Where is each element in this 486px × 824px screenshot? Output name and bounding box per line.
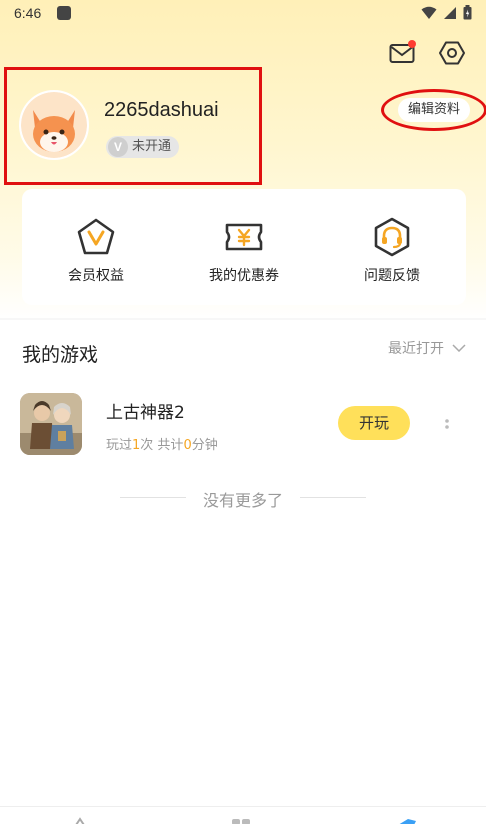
- end-of-list: 没有更多了: [0, 487, 486, 510]
- tab-icon-partial: [75, 817, 416, 824]
- bottom-navigation: [0, 806, 486, 824]
- game-list-item[interactable]: 上古神器2 玩过1次 共计0分钟 开玩: [0, 388, 486, 460]
- more-vertical-icon: [445, 419, 449, 429]
- settings-hexagon-icon: [439, 41, 465, 65]
- game-thumbnail: [20, 393, 82, 455]
- play-minutes: 0: [183, 438, 192, 453]
- end-rule-right: [300, 497, 366, 498]
- my-games-title: 我的游戏: [22, 344, 99, 366]
- section-divider: [0, 318, 486, 320]
- settings-button[interactable]: [437, 38, 467, 68]
- play-button[interactable]: 开玩: [338, 406, 410, 440]
- more-options-button[interactable]: [440, 414, 454, 434]
- messages-button[interactable]: [387, 38, 417, 68]
- edit-profile-highlight-ring: [381, 89, 486, 131]
- feedback-button[interactable]: 问题反馈: [318, 189, 466, 305]
- coupon-icon: [225, 223, 263, 251]
- coupons-button[interactable]: 我的优惠券: [170, 189, 318, 305]
- vip-benefits-button[interactable]: 会员权益: [22, 189, 170, 305]
- game-title: 上古神器2: [106, 403, 185, 423]
- coupons-label: 我的优惠券: [209, 268, 279, 284]
- game-playtime-stats: 玩过1次 共计0分钟: [106, 434, 218, 453]
- notification-app-icon: [57, 6, 71, 20]
- feedback-headset-icon: [374, 217, 410, 257]
- end-of-list-text: 没有更多了: [202, 491, 283, 510]
- game-characters-icon: [20, 393, 82, 455]
- status-time: 6:46: [14, 5, 42, 21]
- battery-icon: [463, 5, 472, 20]
- quick-actions-card: 会员权益 我的优惠券 问题反馈: [22, 189, 466, 305]
- profile-highlight-box: [4, 67, 262, 185]
- stats-suffix: 分钟: [191, 438, 218, 453]
- stats-prefix: 玩过: [106, 438, 133, 453]
- unread-dot: [408, 40, 416, 48]
- status-bar: 6:46: [0, 0, 486, 28]
- sort-dropdown[interactable]: 最近打开: [388, 338, 466, 358]
- vip-benefits-label: 会员权益: [68, 268, 124, 284]
- chevron-down-icon: [452, 344, 466, 352]
- sort-label: 最近打开: [388, 341, 444, 357]
- status-icons: [421, 5, 472, 20]
- stats-mid: 次 共计: [140, 438, 184, 453]
- wifi-icon: [421, 6, 437, 19]
- signal-icon: [444, 6, 456, 19]
- vip-pentagon-icon: [77, 218, 115, 255]
- feedback-label: 问题反馈: [364, 268, 420, 284]
